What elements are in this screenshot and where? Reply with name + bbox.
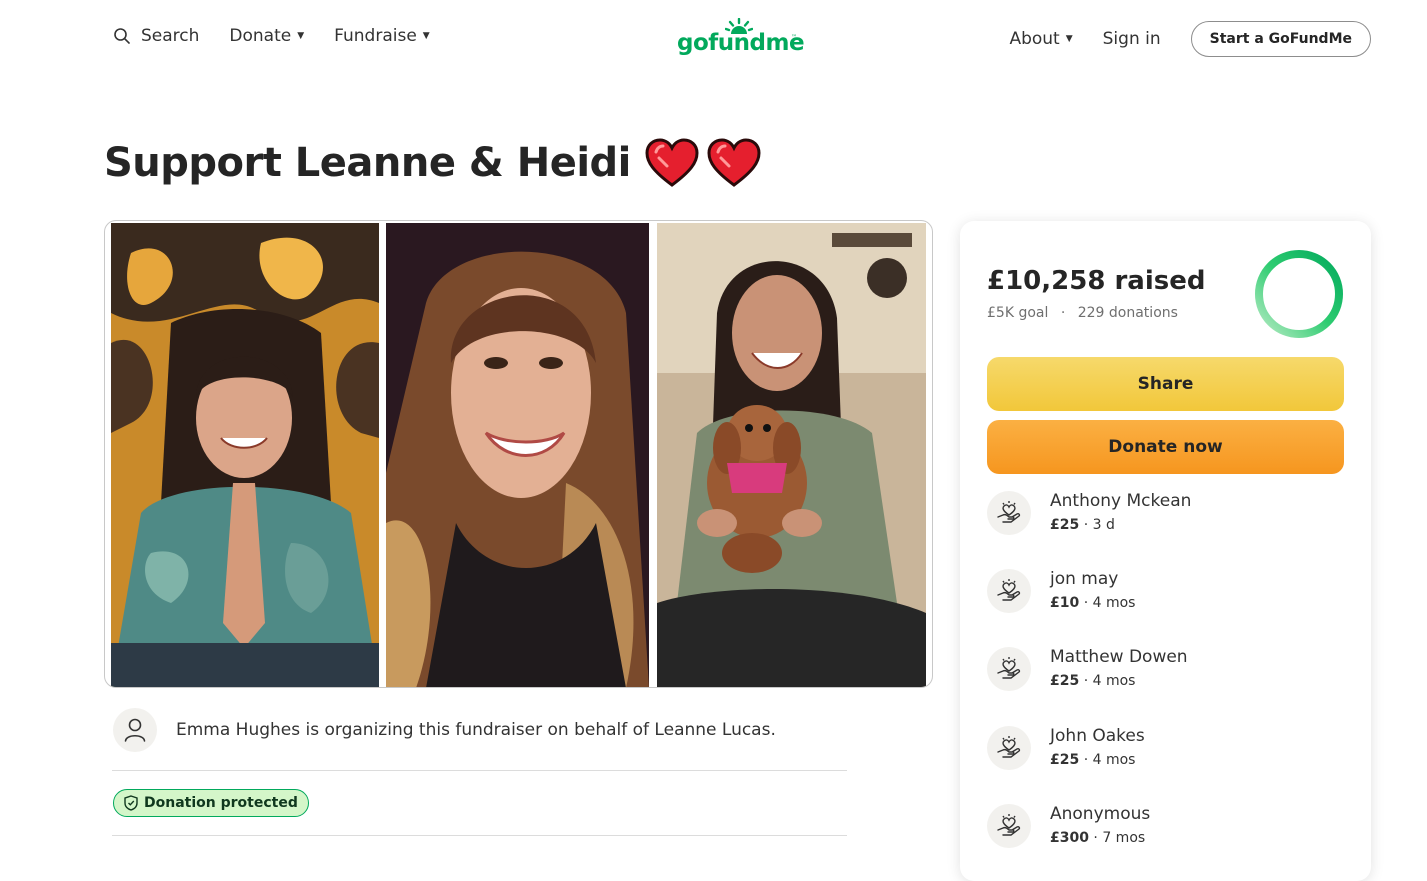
donation-time: · 3 d (1083, 517, 1115, 533)
caret-down-icon: ▼ (422, 31, 430, 41)
site-header: Search Donate ▼ Fundraise ▼ gofundme ™ A… (0, 0, 1427, 80)
donation-heart-hand-icon (987, 726, 1031, 770)
trademark-mark: ™ (791, 34, 797, 41)
donation-item: Anonymous £300 · 7 mos (987, 804, 1150, 848)
shield-icon (124, 795, 138, 811)
progress-ring-arc (1255, 250, 1343, 338)
donate-now-button[interactable]: Donate now (987, 420, 1344, 474)
nav-left: Search Donate ▼ Fundraise ▼ (113, 26, 460, 46)
user-icon (124, 718, 146, 742)
goal-amount: £5K goal (987, 305, 1049, 321)
fundraise-menu-label: Fundraise (334, 26, 417, 46)
donation-card: £10,258 raised £5K goal · 229 donations … (960, 221, 1371, 881)
photo-woman-with-dog (657, 223, 926, 687)
photo-woman-praying (111, 223, 379, 687)
donate-menu-label: Donate (229, 26, 292, 46)
sign-in-link[interactable]: Sign in (1103, 29, 1161, 49)
search-label: Search (141, 26, 200, 46)
title-row: Support Leanne & Heidi (104, 138, 761, 188)
amount-raised: £10,258 raised (987, 266, 1206, 296)
caret-down-icon: ▼ (1065, 34, 1073, 44)
donation-time: · 4 mos (1083, 752, 1136, 768)
donation-amount: £25 (1050, 752, 1080, 768)
donor-name: Anthony Mckean (1050, 491, 1192, 511)
donation-time: · 4 mos (1083, 595, 1136, 611)
donation-amount: £25 (1050, 673, 1080, 689)
gofundme-logo[interactable]: gofundme ™ (677, 18, 805, 62)
organizer-avatar (113, 708, 157, 752)
hearts-emoji-icon (645, 138, 761, 187)
fundraiser-hero-image[interactable] (104, 220, 933, 688)
start-gofundme-button[interactable]: Start a GoFundMe (1190, 21, 1371, 57)
progress-ring (1255, 250, 1343, 338)
donation-count: 229 donations (1077, 305, 1178, 321)
logo-text: gofundme (677, 30, 805, 56)
goal-separator: · (1060, 305, 1066, 321)
search-icon (113, 27, 131, 45)
organizer-row: Emma Hughes is organizing this fundraise… (113, 708, 776, 752)
donation-amount: £25 (1050, 517, 1080, 533)
donor-name: Matthew Dowen (1050, 647, 1188, 667)
donation-amount: £10 (1050, 595, 1080, 611)
donation-protected-badge[interactable]: Donation protected (113, 789, 309, 817)
donation-time: · 4 mos (1083, 673, 1136, 689)
goal-summary: £5K goal · 229 donations (987, 305, 1178, 321)
donation-item: jon may £10 · 4 mos (987, 569, 1135, 613)
share-button[interactable]: Share (987, 357, 1344, 411)
about-menu[interactable]: About ▼ (1009, 29, 1072, 49)
caret-down-icon: ▼ (297, 31, 305, 41)
badge-label: Donation protected (144, 795, 298, 811)
donate-menu[interactable]: Donate ▼ (229, 26, 304, 46)
sign-in-label: Sign in (1102, 29, 1161, 49)
nav-right: About ▼ Sign in Start a GoFundMe (1009, 21, 1371, 57)
donation-amount: £300 (1050, 830, 1089, 846)
divider (112, 770, 847, 771)
divider (112, 835, 847, 836)
search-link[interactable]: Search (113, 26, 199, 46)
donor-name: jon may (1050, 569, 1119, 589)
donation-heart-hand-icon (987, 804, 1031, 848)
fundraise-menu[interactable]: Fundraise ▼ (334, 26, 430, 46)
donation-heart-hand-icon (987, 647, 1031, 691)
donation-time: · 7 mos (1093, 830, 1146, 846)
donor-name: John Oakes (1050, 726, 1145, 746)
organizer-text: Emma Hughes is organizing this fundraise… (176, 720, 776, 740)
about-menu-label: About (1009, 29, 1060, 49)
donation-heart-hand-icon (987, 491, 1031, 535)
donor-name: Anonymous (1050, 804, 1151, 824)
photo-woman-selfie (386, 223, 649, 687)
donation-heart-hand-icon (987, 569, 1031, 613)
page-title: Support Leanne & Heidi (104, 140, 631, 186)
donation-item: Anthony Mckean £25 · 3 d (987, 491, 1191, 535)
donation-item: John Oakes £25 · 4 mos (987, 726, 1145, 770)
donation-item: Matthew Dowen £25 · 4 mos (987, 647, 1188, 691)
